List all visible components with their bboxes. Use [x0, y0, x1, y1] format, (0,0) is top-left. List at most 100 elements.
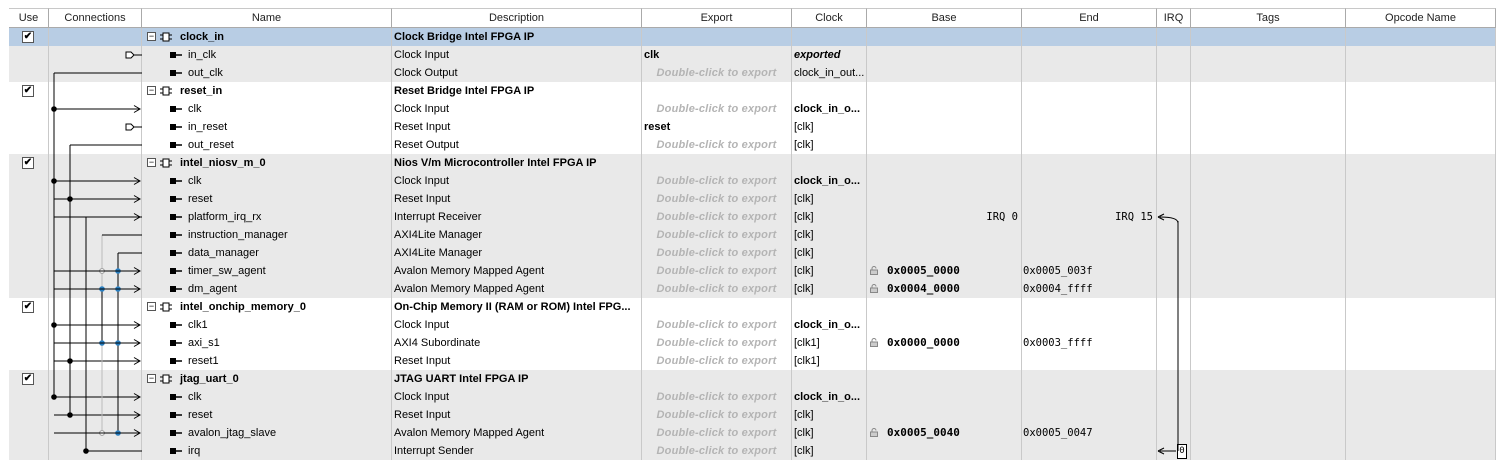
name-cell[interactable]: instruction_manager	[142, 226, 392, 244]
col-header-tags[interactable]: Tags	[1191, 8, 1346, 28]
connections-cell[interactable]	[49, 334, 142, 352]
clock-cell[interactable]: clock_in_o...	[792, 100, 867, 118]
name-cell[interactable]: reset	[142, 406, 392, 424]
base-cell[interactable]: IRQ 0	[867, 208, 1022, 226]
interface-name[interactable]: clk1	[188, 316, 208, 334]
connections-cell[interactable]	[49, 352, 142, 370]
connections-cell[interactable]	[49, 190, 142, 208]
interface-row[interactable]: clk Clock Input Double-click to export cloc…	[9, 172, 1496, 190]
lock-icon[interactable]	[870, 266, 878, 275]
clock-cell[interactable]: clock_in_out...	[792, 64, 867, 82]
tags-cell[interactable]	[1191, 64, 1346, 82]
opcode-name-cell[interactable]	[1346, 172, 1496, 190]
tags-cell[interactable]	[1191, 334, 1346, 352]
base-cell[interactable]	[867, 136, 1022, 154]
interface-name[interactable]: clk	[188, 388, 201, 406]
connections-cell[interactable]	[49, 442, 142, 460]
end-cell[interactable]	[1022, 28, 1157, 46]
opcode-name-cell[interactable]	[1346, 280, 1496, 298]
irq-cell[interactable]	[1157, 154, 1191, 172]
opcode-name-cell[interactable]	[1346, 244, 1496, 262]
export-cell[interactable]	[642, 154, 792, 172]
clock-cell[interactable]	[792, 298, 867, 316]
name-cell[interactable]: out_clk	[142, 64, 392, 82]
name-cell[interactable]: avalon_jtag_slave	[142, 424, 392, 442]
irq-cell[interactable]	[1157, 118, 1191, 136]
export-hint[interactable]: Double-click to export	[642, 262, 792, 280]
base-cell[interactable]	[867, 46, 1022, 64]
interface-name[interactable]: in_clk	[188, 46, 216, 64]
interface-row[interactable]: out_reset Reset Output Double-click to exp…	[9, 136, 1496, 154]
col-header-name[interactable]: Name	[142, 8, 392, 28]
connections-cell[interactable]	[49, 82, 142, 100]
end-cell[interactable]	[1022, 118, 1157, 136]
base-cell[interactable]	[867, 172, 1022, 190]
clock-cell[interactable]: [clk]	[792, 244, 867, 262]
base-cell[interactable]	[867, 28, 1022, 46]
opcode-name-cell[interactable]	[1346, 136, 1496, 154]
base-cell[interactable]	[867, 244, 1022, 262]
tags-cell[interactable]	[1191, 172, 1346, 190]
export-cell[interactable]	[642, 370, 792, 388]
lock-icon[interactable]	[870, 338, 878, 347]
interface-name[interactable]: instruction_manager	[188, 226, 288, 244]
export-hint[interactable]: Double-click to export	[642, 352, 792, 370]
connections-cell[interactable]	[49, 118, 142, 136]
connections-cell[interactable]	[49, 316, 142, 334]
clock-cell[interactable]: [clk1]	[792, 334, 867, 352]
base-cell[interactable]	[867, 118, 1022, 136]
lock-icon[interactable]	[870, 428, 878, 437]
irq-cell[interactable]	[1157, 388, 1191, 406]
connections-cell[interactable]	[49, 64, 142, 82]
interface-name[interactable]: dm_agent	[188, 280, 237, 298]
end-cell[interactable]	[1022, 316, 1157, 334]
clock-cell[interactable]: exported	[792, 46, 867, 64]
col-header-base[interactable]: Base	[867, 8, 1022, 28]
tags-cell[interactable]	[1191, 136, 1346, 154]
base-cell[interactable]	[867, 100, 1022, 118]
end-cell[interactable]	[1022, 388, 1157, 406]
end-address[interactable]: 0x0004_ffff	[1023, 280, 1093, 298]
irq-cell[interactable]	[1157, 46, 1191, 64]
component-row[interactable]: ✔ − jtag_uart_0 JTAG UART Intel FPGA IP	[9, 370, 1496, 388]
tags-cell[interactable]	[1191, 370, 1346, 388]
tags-cell[interactable]	[1191, 316, 1346, 334]
lock-icon[interactable]	[870, 284, 878, 293]
col-header-opcode-name[interactable]: Opcode Name	[1346, 8, 1496, 28]
interface-row[interactable]: clk Clock Input Double-click to export cloc…	[9, 100, 1496, 118]
end-cell[interactable]	[1022, 154, 1157, 172]
end-cell[interactable]: 0x0003_ffff	[1022, 334, 1157, 352]
col-header-description[interactable]: Description	[392, 8, 642, 28]
irq-cell[interactable]	[1157, 280, 1191, 298]
interface-row[interactable]: in_reset Reset Input reset [clk]	[9, 118, 1496, 136]
name-cell[interactable]: − intel_onchip_memory_0	[142, 298, 392, 316]
export-hint[interactable]: Double-click to export	[642, 442, 792, 460]
opcode-name-cell[interactable]	[1346, 82, 1496, 100]
irq-cell[interactable]	[1157, 190, 1191, 208]
name-cell[interactable]: in_reset	[142, 118, 392, 136]
base-cell[interactable]	[867, 64, 1022, 82]
tags-cell[interactable]	[1191, 424, 1346, 442]
base-cell[interactable]: 0x0000_0000	[867, 334, 1022, 352]
end-cell[interactable]	[1022, 226, 1157, 244]
name-cell[interactable]: − intel_niosv_m_0	[142, 154, 392, 172]
irq-cell[interactable]	[1157, 172, 1191, 190]
irq-cell[interactable]	[1157, 28, 1191, 46]
name-cell[interactable]: reset1	[142, 352, 392, 370]
tags-cell[interactable]	[1191, 208, 1346, 226]
clock-cell[interactable]: [clk]	[792, 208, 867, 226]
tags-cell[interactable]	[1191, 298, 1346, 316]
connections-cell[interactable]	[49, 244, 142, 262]
interface-name[interactable]: axi_s1	[188, 334, 220, 352]
irq-cell[interactable]	[1157, 298, 1191, 316]
opcode-name-cell[interactable]	[1346, 406, 1496, 424]
collapse-tree-icon[interactable]: −	[147, 374, 156, 383]
end-cell[interactable]	[1022, 64, 1157, 82]
name-cell[interactable]: out_reset	[142, 136, 392, 154]
name-cell[interactable]: in_clk	[142, 46, 392, 64]
interface-row[interactable]: data_manager AXI4Lite Manager Double-click…	[9, 244, 1496, 262]
connections-cell[interactable]	[49, 298, 142, 316]
end-address[interactable]: 0x0003_ffff	[1023, 334, 1093, 352]
interface-row[interactable]: platform_irq_rx Interrupt Receiver Double-…	[9, 208, 1496, 226]
opcode-name-cell[interactable]	[1346, 46, 1496, 64]
